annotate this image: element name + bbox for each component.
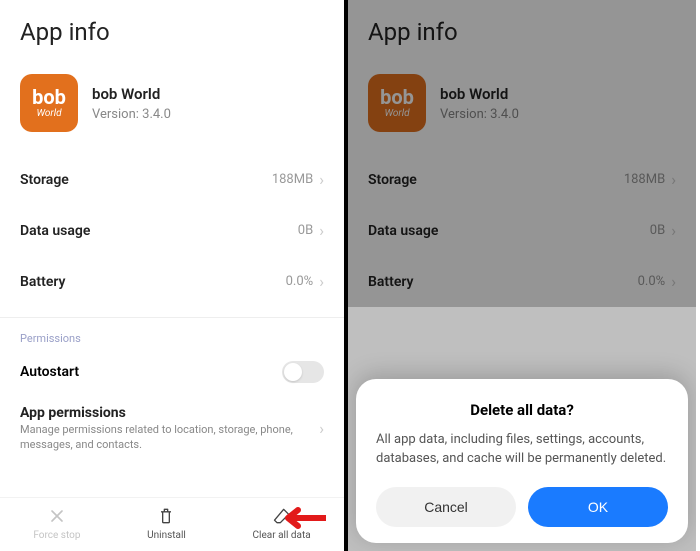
delete-all-data-dialog: Delete all data? All app data, including… (356, 379, 688, 543)
force-stop-label: Force stop (33, 530, 80, 541)
dialog-body: All app data, including files, settings,… (376, 431, 668, 469)
row-battery[interactable]: Battery 0.0% › (0, 256, 344, 307)
permissions-section-label: Permissions (0, 318, 344, 349)
bottom-action-bar: Force stop Uninstall Clear all data (0, 497, 344, 551)
app-icon-line2: World (36, 109, 61, 119)
left-pane: App info bob World bob World Version: 3.… (0, 0, 348, 551)
app-meta: bob World Version: 3.4.0 (92, 85, 171, 122)
row-battery-value: 0.0% (286, 274, 314, 289)
toggle-knob (284, 363, 302, 381)
app-version: Version: 3.4.0 (92, 107, 171, 122)
dialog-buttons: Cancel OK (376, 487, 668, 527)
row-data-usage-label: Data usage (20, 223, 90, 239)
page-title: App info (0, 0, 344, 60)
app-icon: bob World (20, 74, 78, 132)
chevron-right-icon: › (319, 221, 324, 240)
clear-all-data-label: Clear all data (253, 530, 311, 541)
row-data-usage-value: 0B (298, 223, 313, 238)
row-app-permissions[interactable]: App permissions Manage permissions relat… (0, 395, 344, 459)
row-storage-value: 188MB (272, 172, 313, 187)
cancel-button[interactable]: Cancel (376, 487, 516, 527)
ok-button[interactable]: OK (528, 487, 668, 527)
app-permissions-desc: Manage permissions related to location, … (20, 423, 313, 453)
dialog-title: Delete all data? (376, 401, 668, 419)
uninstall-button[interactable]: Uninstall (147, 506, 186, 541)
clear-all-data-button[interactable]: Clear all data (253, 506, 311, 541)
autostart-label: Autostart (20, 364, 79, 380)
right-pane: App info bob World bob World Version: 3.… (348, 0, 696, 551)
chevron-right-icon: › (319, 272, 324, 291)
app-name: bob World (92, 85, 171, 103)
eraser-icon (272, 506, 292, 526)
autostart-toggle[interactable] (282, 361, 324, 383)
chevron-right-icon: › (319, 170, 324, 189)
row-storage-label: Storage (20, 172, 69, 188)
close-icon (47, 506, 67, 526)
row-data-usage[interactable]: Data usage 0B › (0, 205, 344, 256)
row-autostart[interactable]: Autostart (0, 349, 344, 395)
trash-icon (156, 506, 176, 526)
chevron-right-icon: › (319, 419, 324, 438)
app-permissions-title: App permissions (20, 405, 313, 421)
app-icon-line1: bob (32, 87, 66, 107)
row-storage[interactable]: Storage 188MB › (0, 154, 344, 205)
app-header: bob World bob World Version: 3.4.0 (0, 60, 344, 154)
uninstall-label: Uninstall (147, 530, 186, 541)
force-stop-button: Force stop (33, 506, 80, 541)
row-battery-label: Battery (20, 274, 65, 290)
